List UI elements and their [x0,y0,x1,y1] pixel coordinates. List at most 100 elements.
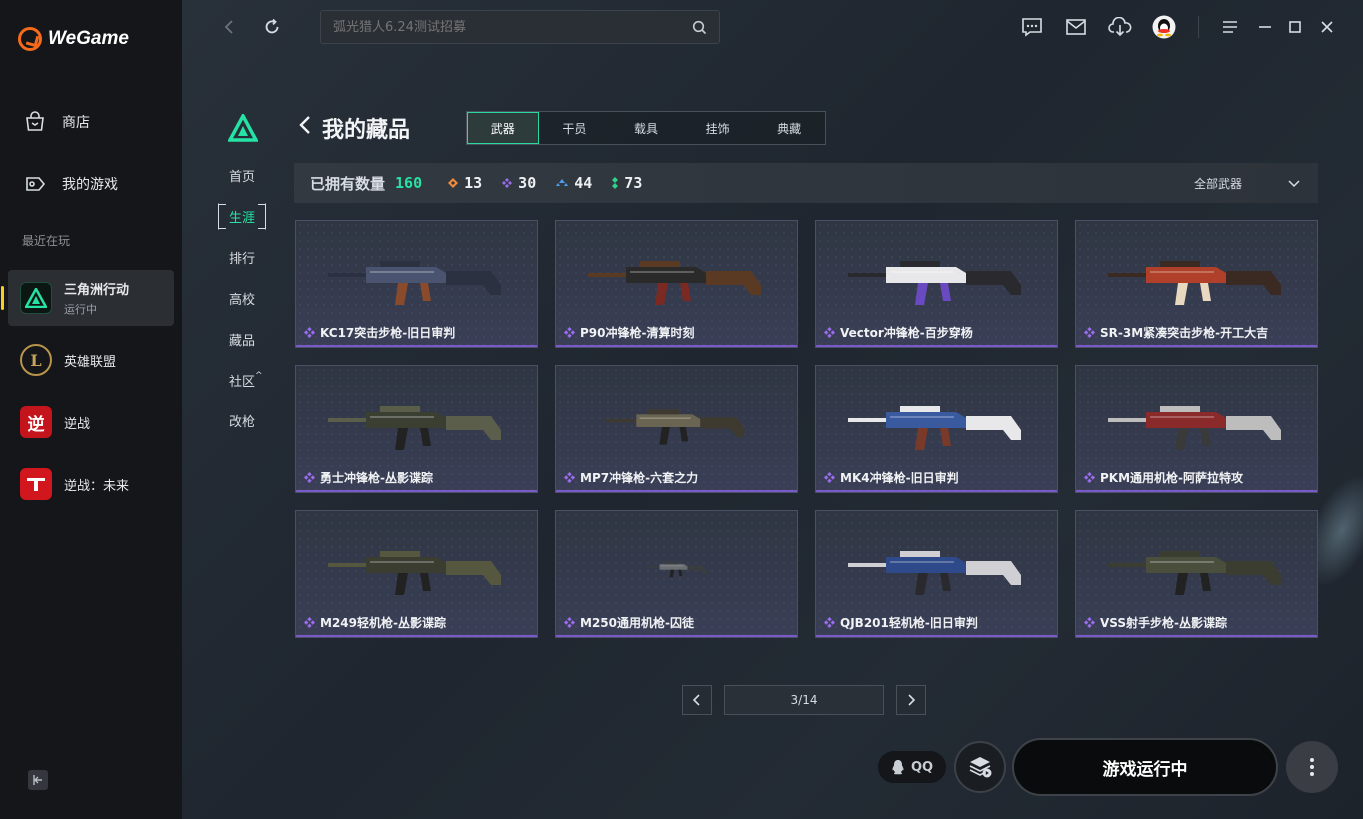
subnav-gunsmith[interactable]: 改枪 [229,411,255,430]
delta-force-logo-icon[interactable] [227,112,259,142]
weapon-card[interactable]: KC17突击步枪-旧日审判 [295,220,538,348]
weapon-image [328,261,501,305]
weapon-name-text: PKM通用机枪-阿萨拉特攻 [1100,471,1244,485]
maximize-icon[interactable] [1282,14,1308,40]
back-chevron-icon[interactable] [298,115,312,141]
weapon-card-name: 勇士冲锋枪-丛影谍踪 [304,469,433,486]
layers-icon [969,757,992,778]
close-icon[interactable] [1314,14,1340,40]
weapon-image [328,551,501,595]
rarity-green-icon [612,177,619,189]
prev-page-button[interactable] [682,685,712,715]
weapon-name-text: VSS射手步枪-丛影谍踪 [1100,616,1228,630]
weapon-card[interactable]: 勇士冲锋枪-丛影谍踪 [295,365,538,493]
topbar-divider [1198,16,1199,38]
rarity-bar [1076,490,1317,492]
weapon-image [328,406,501,450]
weapon-card-name: VSS射手步枪-丛影谍踪 [1084,614,1227,631]
weapon-card[interactable]: M250通用机枪-囚徒 [555,510,798,638]
search-bar[interactable] [320,10,720,44]
weapon-card[interactable]: M249轻机枪-丛影谍踪 [295,510,538,638]
download-icon[interactable] [1107,14,1133,40]
subnav-collection[interactable]: 藏品 [229,330,255,349]
minimize-icon[interactable] [1252,14,1278,40]
weapon-card[interactable]: VSS射手步枪-丛影谍踪 [1075,510,1318,638]
weapon-filter-dropdown[interactable]: 全部武器 [1194,175,1300,192]
more-options-button[interactable] [1286,741,1338,793]
mail-icon[interactable] [1063,14,1089,40]
tab-vehicles[interactable]: 载具 [610,112,682,144]
count-value: 13 [464,174,483,192]
wegame-logo-text: WeGame [48,28,129,49]
subnav-career[interactable]: 生涯 [218,203,267,230]
recent-game-nizhan-future[interactable]: 逆战：未来 [8,456,174,512]
weapon-name-text: QJB201轻机枪-旧日审判 [840,616,978,630]
weapon-card[interactable]: P90冲锋枪-清算时刻 [555,220,798,348]
store-bag-icon [22,110,48,134]
tab-charms[interactable]: 挂饰 [682,112,754,144]
rarity-purple-icon [304,472,315,483]
menu-icon[interactable] [1217,14,1243,40]
rarity-bar [296,345,537,347]
subnav-community[interactable]: 社区^ [229,371,263,390]
chevron-right-icon [908,694,915,706]
gamepad-icon [22,172,48,196]
weapon-card[interactable]: QJB201轻机枪-旧日审判 [815,510,1058,638]
game-name: 三角洲行动 [64,283,130,298]
weapon-card[interactable]: Vector冲锋枪-百步穿杨 [815,220,1058,348]
weapon-card-name: KC17突击步枪-旧日审判 [304,324,455,341]
search-input[interactable] [333,19,692,35]
game-name: 逆战：未来 [64,478,130,494]
weapon-name-text: Vector冲锋枪-百步穿杨 [840,326,973,340]
recent-game-delta-force[interactable]: 三角洲行动 运行中 [1,270,174,326]
rarity-purple-icon [824,617,835,628]
recent-game-lol[interactable]: L 英雄联盟 [8,332,174,388]
back-icon[interactable] [216,14,242,40]
count-value: 30 [518,174,537,192]
rarity-bar [296,490,537,492]
refresh-icon[interactable] [259,14,285,40]
sidebar-item-store[interactable]: 商店 [22,110,90,134]
subnav-ranking[interactable]: 排行 [229,248,255,267]
weapon-name-text: P90冲锋枪-清算时刻 [580,326,695,340]
weapon-image [1108,551,1281,595]
rarity-bar [296,635,537,637]
sidebar-item-label: 商店 [62,115,90,131]
recent-game-nizhan[interactable]: 逆 逆战 [8,394,174,450]
weapon-card-name: P90冲锋枪-清算时刻 [564,324,694,341]
chevron-up-icon: ^ [255,371,263,381]
tab-weapons[interactable]: 武器 [467,112,539,144]
subnav-home[interactable]: 首页 [229,166,255,185]
rarity-count-purple: 30 [502,174,536,192]
rarity-count-orange: 13 [448,174,482,192]
collapse-sidebar-icon[interactable] [28,770,48,790]
weapon-card-name: MP7冲锋枪-六套之力 [564,469,698,486]
rarity-bar [556,490,797,492]
qq-login-pill[interactable]: QQ [878,751,946,783]
tab-operators[interactable]: 干员 [539,112,611,144]
chat-icon[interactable] [1019,14,1045,40]
rarity-purple-icon [304,617,315,628]
subnav-college[interactable]: 高校 [229,289,255,308]
sidebar: WeGame 商店 我的游戏 最近在玩 三角洲行动 运行中 L 英雄联盟 逆 逆… [0,0,182,819]
game-running-button[interactable]: 游戏运行中 [1012,738,1278,796]
rarity-bar [816,345,1057,347]
weapon-image [848,406,1021,450]
league-of-legends-icon: L [20,344,52,376]
search-icon[interactable] [692,20,707,35]
weapon-card[interactable]: MP7冲锋枪-六套之力 [555,365,798,493]
wegame-logo[interactable]: WeGame [18,26,129,52]
layers-button[interactable] [954,741,1006,793]
weapon-card[interactable]: SR-3M紧凑突击步枪-开工大吉 [1075,220,1318,348]
avatar[interactable] [1151,14,1177,40]
weapon-card[interactable]: MK4冲锋枪-旧日审判 [815,365,1058,493]
rarity-blue-icon [556,179,569,186]
page-title: 我的藏品 [298,112,410,144]
rarity-count-blue: 44 [556,174,592,192]
next-page-button[interactable] [896,685,926,715]
weapon-card[interactable]: PKM通用机枪-阿萨拉特攻 [1075,365,1318,493]
tab-collectibles[interactable]: 典藏 [753,112,825,144]
nizhan-future-icon [20,468,52,500]
rarity-bar [816,635,1057,637]
sidebar-item-my-games[interactable]: 我的游戏 [22,172,118,196]
